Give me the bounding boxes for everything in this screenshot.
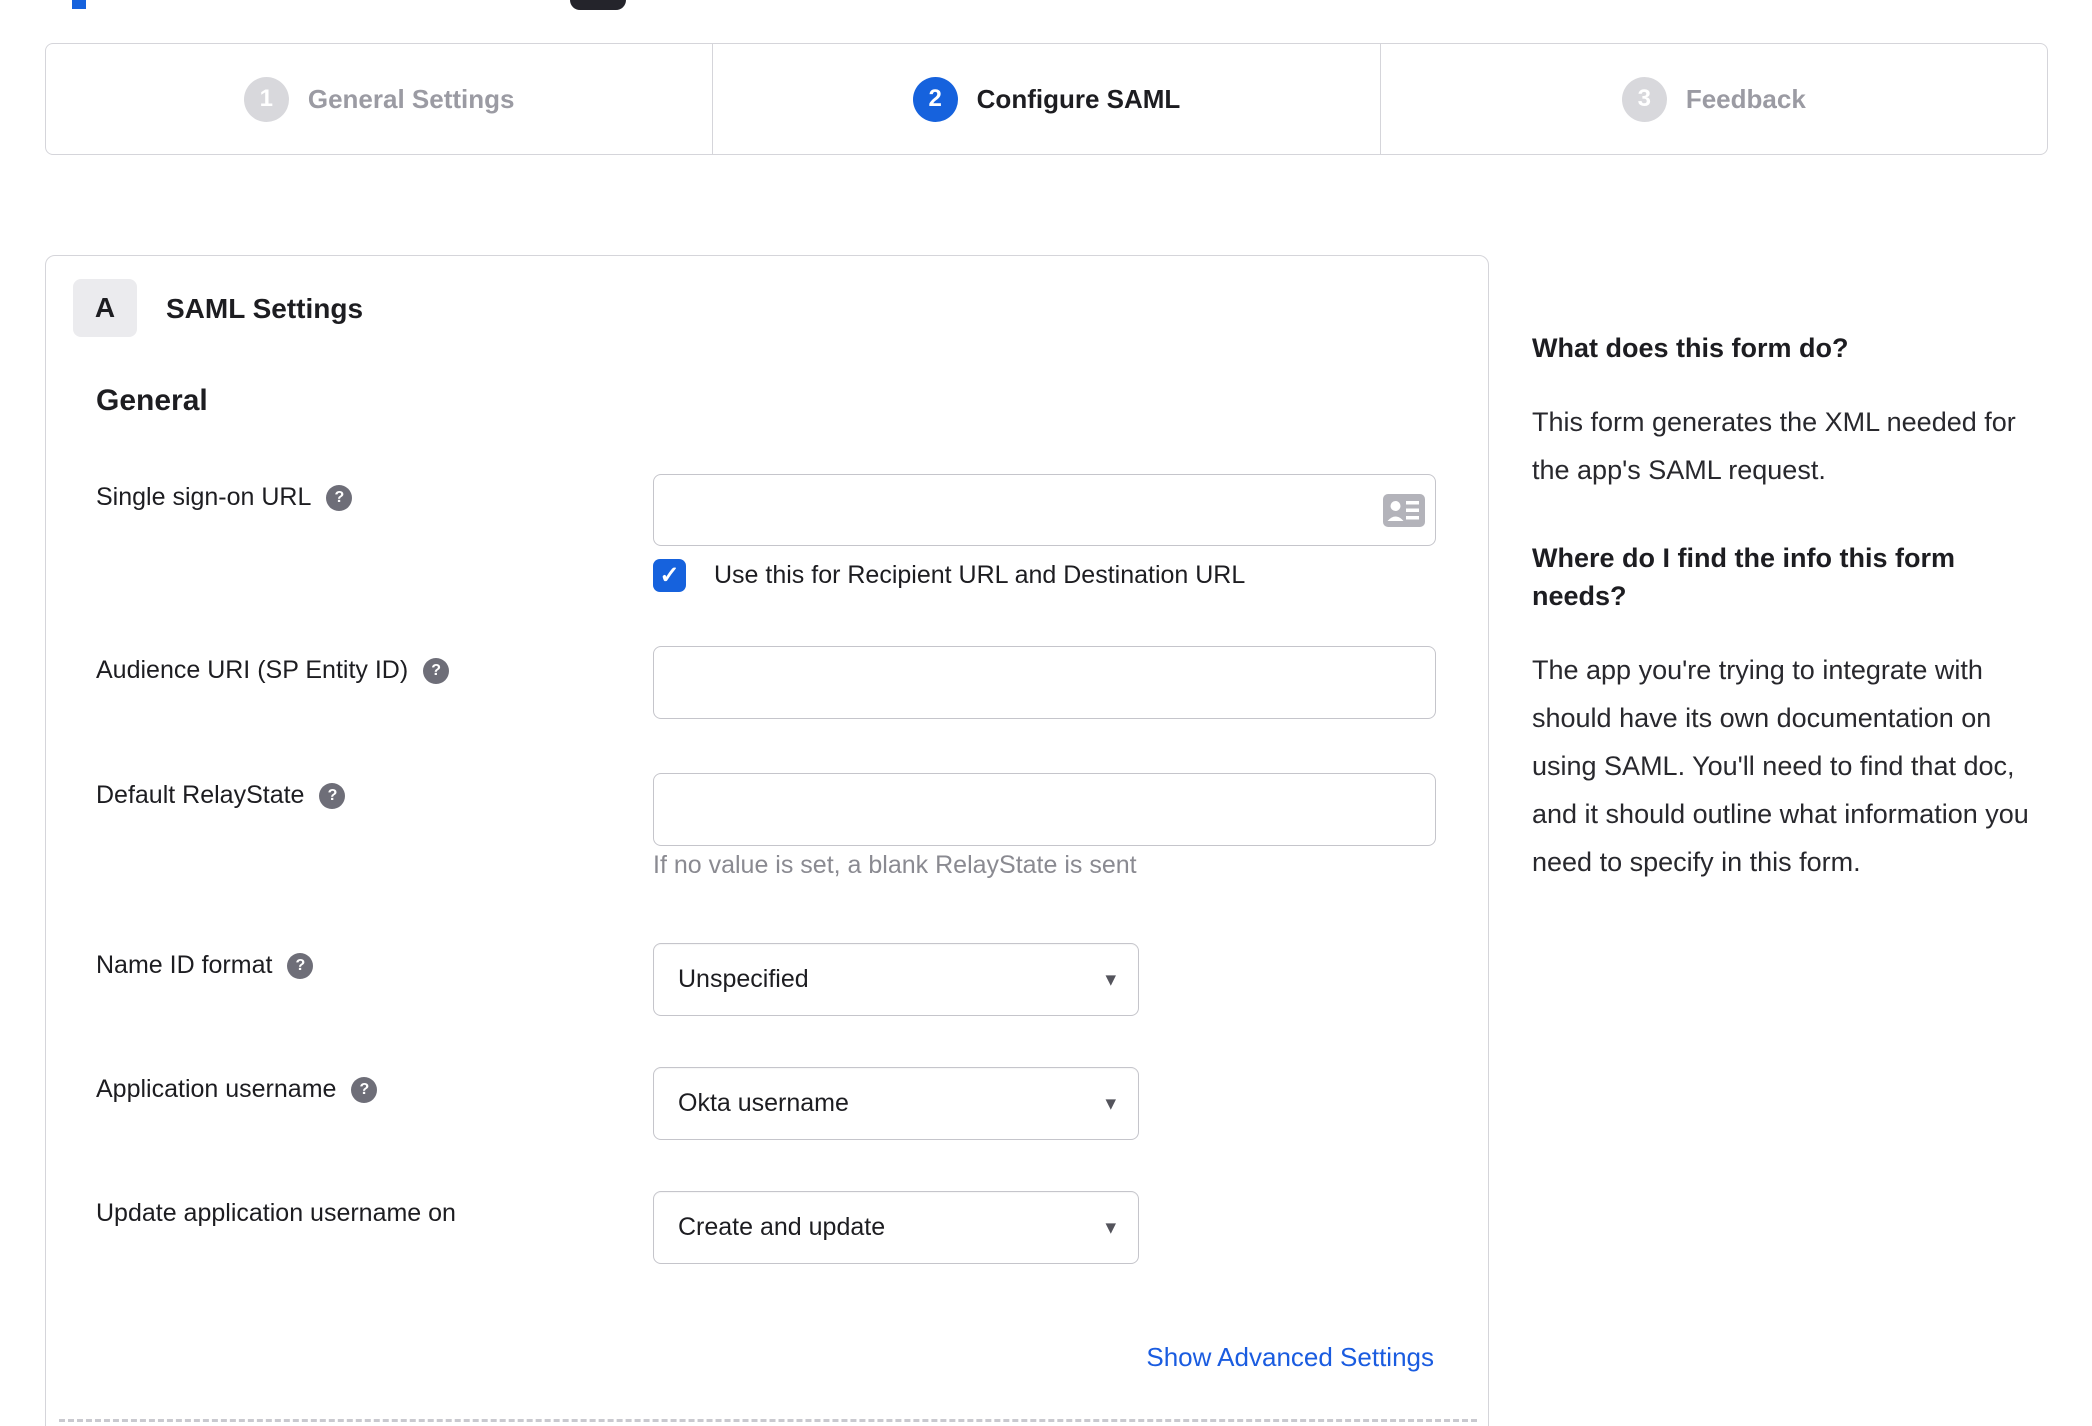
update-username-select[interactable]: Create and update ▾ [653,1191,1139,1264]
step-number-badge: 1 [243,76,289,122]
help-icon[interactable]: ? [423,657,450,684]
section-divider-dashed [59,1419,1477,1422]
section-title: SAML Settings [166,293,364,324]
update-username-label-row: Update application username on [96,1197,456,1230]
step-label: Feedback [1685,83,1806,114]
step-label: Configure SAML [976,83,1181,114]
sso-url-label: Single sign-on URL [96,483,312,511]
checkmark-icon: ✓ [659,562,680,589]
cutoff-header-fragment [570,0,626,10]
update-username-label: Update application username on [96,1199,456,1227]
update-username-value: Create and update [678,1213,886,1241]
relaystate-label-row: Default RelayState ? [96,779,346,812]
help-icon[interactable]: ? [326,484,353,511]
step-label: General Settings [307,83,515,114]
step-number-badge: 3 [1621,76,1667,122]
chevron-down-icon: ▾ [1105,1092,1116,1115]
help-sidebar: What does this form do? This form genera… [1532,329,2037,886]
app-username-select[interactable]: Okta username ▾ [653,1067,1139,1140]
sidebar-heading-where: Where do I find the info this form needs… [1532,543,1955,611]
step-feedback[interactable]: 3 Feedback [1379,44,2047,154]
sso-checkbox-row: ✓ Use this for Recipient URL and Destina… [653,559,1245,592]
cutoff-logo-fragment [72,0,86,9]
app-username-value: Okta username [678,1089,849,1117]
relaystate-hint: If no value is set, a blank RelayState i… [653,851,1137,879]
help-icon[interactable]: ? [319,782,346,809]
wizard-stepper: 1 General Settings 2 Configure SAML 3 Fe… [45,43,2048,155]
step-number-badge: 2 [912,76,958,122]
help-icon[interactable]: ? [287,952,314,979]
relaystate-label: Default RelayState [96,781,305,809]
recipient-url-checkbox-label: Use this for Recipient URL and Destinati… [714,561,1246,589]
recipient-url-checkbox[interactable]: ✓ [653,559,686,592]
sidebar-heading-what: What does this form do? [1532,333,1849,363]
help-icon[interactable]: ? [351,1076,378,1103]
step-configure-saml[interactable]: 2 Configure SAML [712,44,1379,154]
show-advanced-settings-link[interactable]: Show Advanced Settings [1146,1342,1434,1373]
app-username-label: Application username [96,1075,337,1103]
app-username-label-row: Application username ? [96,1073,378,1106]
name-id-format-label-row: Name ID format ? [96,949,314,982]
audience-uri-label: Audience URI (SP Entity ID) [96,656,409,684]
step-general-settings[interactable]: 1 General Settings [46,44,712,154]
sso-url-label-row: Single sign-on URL ? [96,481,353,514]
relaystate-input[interactable] [653,773,1436,846]
sidebar-paragraph-where: The app you're trying to integrate with … [1532,655,2029,877]
chevron-down-icon: ▾ [1105,968,1116,991]
contact-card-icon [1383,494,1425,532]
section-a-badge: A [73,279,137,337]
sidebar-paragraph-what: This form generates the XML needed for t… [1532,407,2016,485]
saml-settings-card: A SAML Settings General Single sign-on U… [45,255,1489,1426]
name-id-format-select[interactable]: Unspecified ▾ [653,943,1139,1016]
configure-saml-page: 1 General Settings 2 Configure SAML 3 Fe… [0,0,2092,1426]
audience-uri-input[interactable] [653,646,1436,719]
name-id-format-label: Name ID format [96,951,273,979]
chevron-down-icon: ▾ [1105,1216,1116,1239]
audience-uri-label-row: Audience URI (SP Entity ID) ? [96,654,450,687]
sso-url-input[interactable] [653,474,1436,546]
name-id-format-value: Unspecified [678,965,809,993]
general-group-heading: General [96,384,208,417]
